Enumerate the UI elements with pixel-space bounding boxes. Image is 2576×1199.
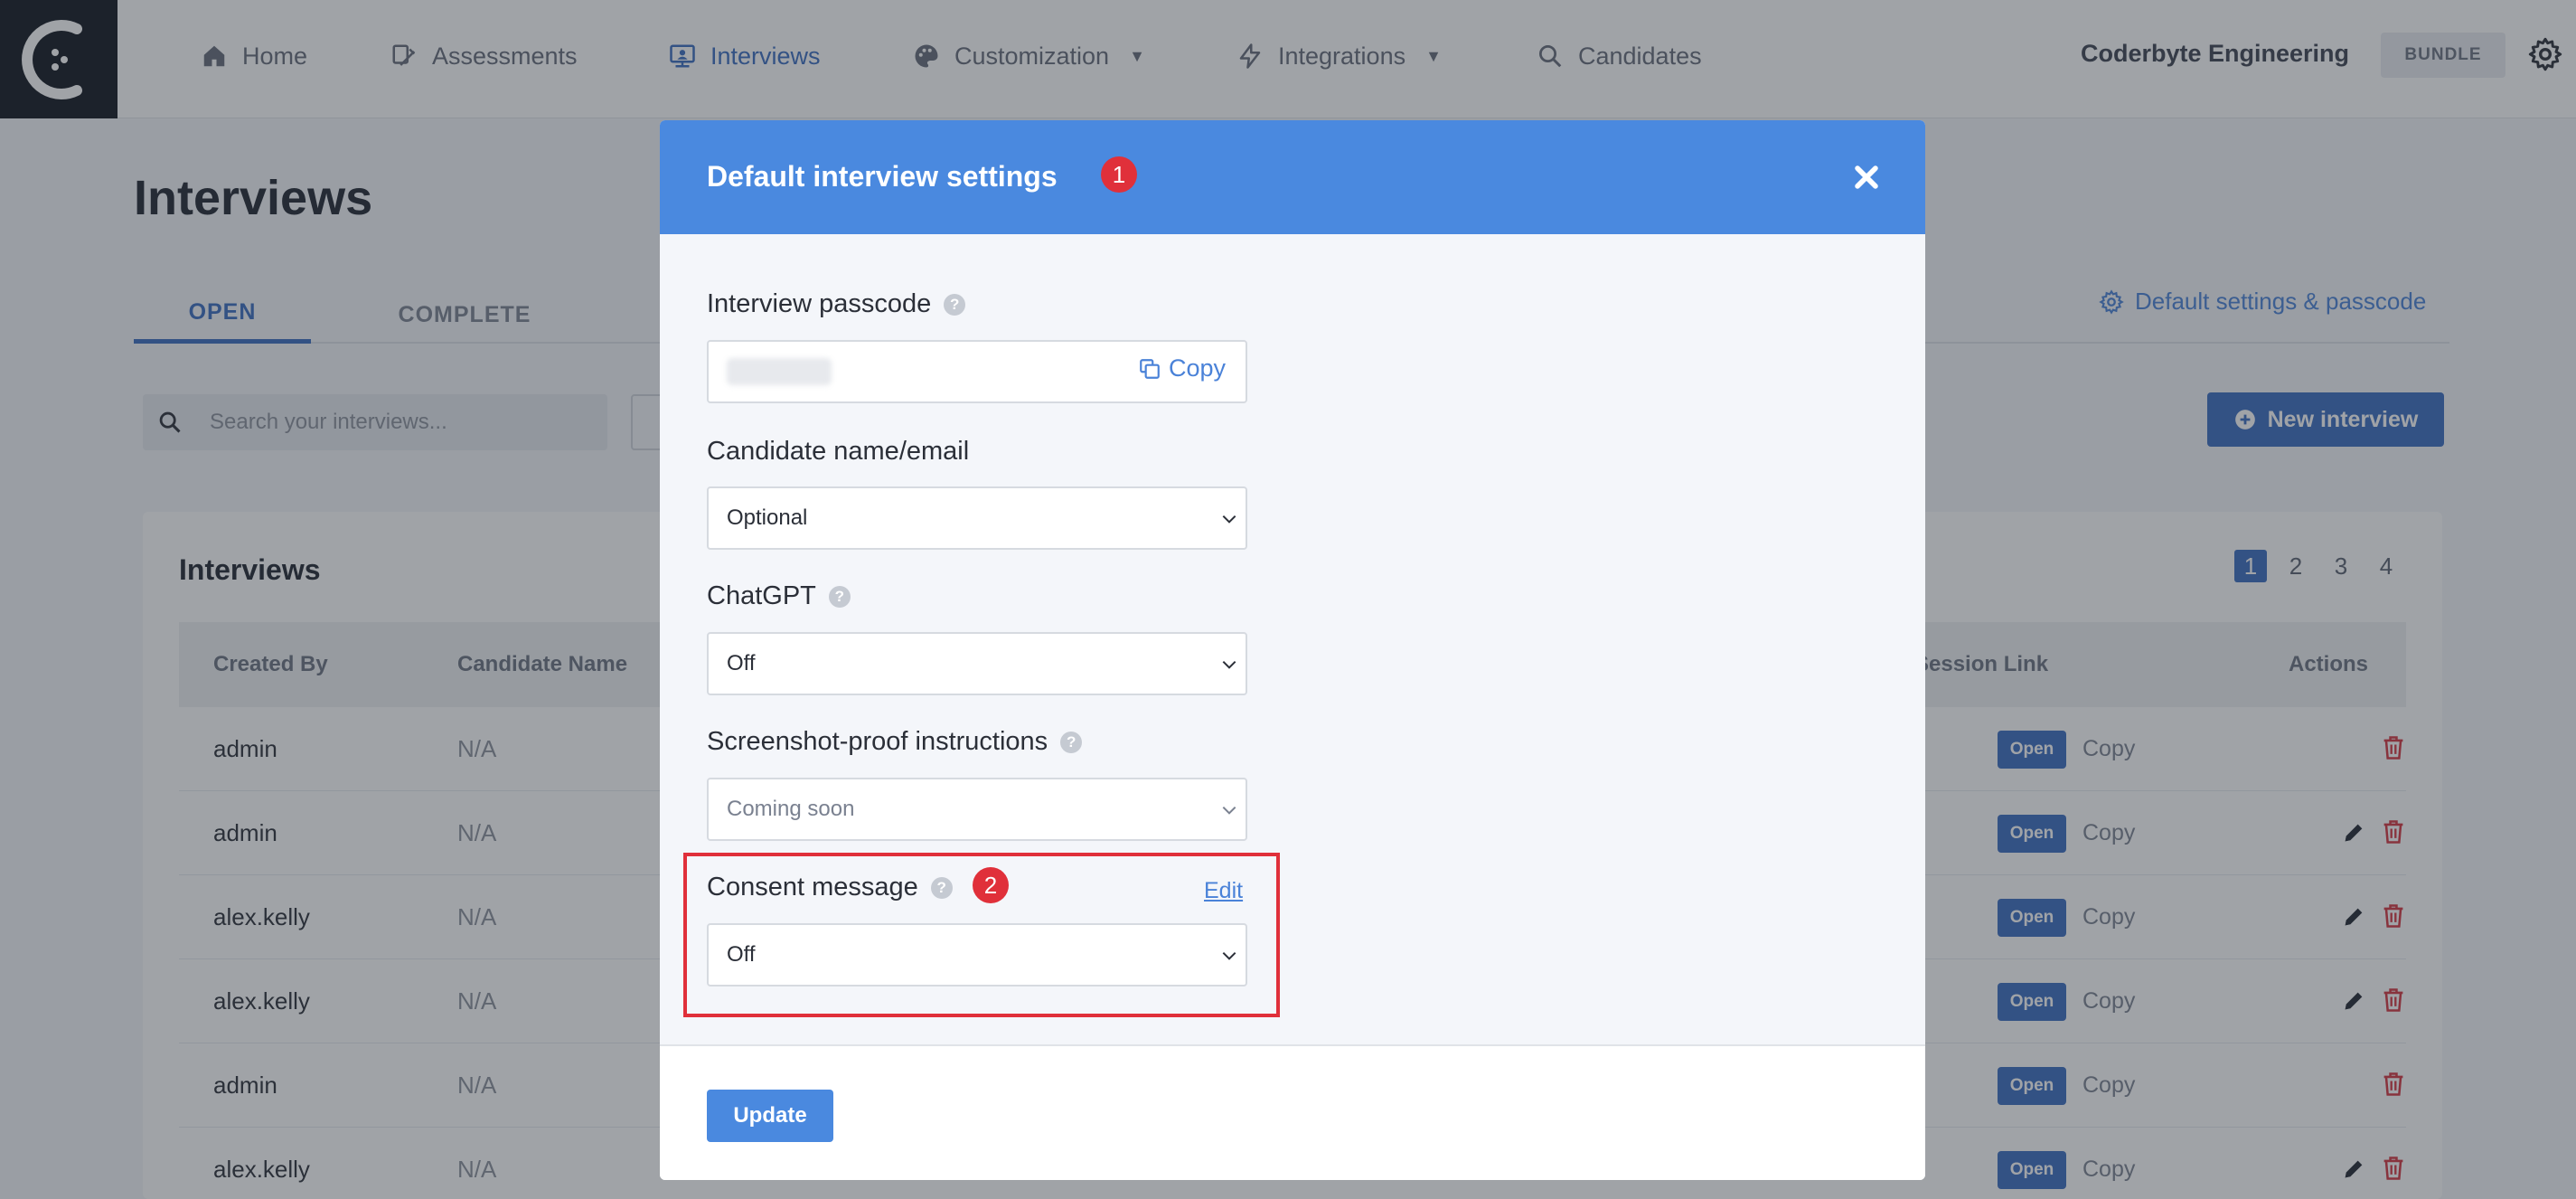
help-icon[interactable]: ? bbox=[828, 585, 851, 608]
screenshot-label: Screenshot-proof instructions bbox=[707, 727, 1048, 756]
candidate-select-value: Optional bbox=[727, 505, 808, 530]
consent-edit-link[interactable]: Edit bbox=[1204, 878, 1243, 904]
screenshot-select: Coming soon bbox=[707, 778, 1247, 841]
chatgpt-select[interactable]: Off bbox=[707, 632, 1247, 695]
passcode-label: Interview passcode bbox=[707, 289, 932, 318]
passcode-label-row: Interview passcode ? bbox=[707, 289, 966, 319]
chatgpt-label-row: ChatGPT ? bbox=[707, 581, 851, 611]
candidate-select[interactable]: Optional bbox=[707, 486, 1247, 550]
copy-label: Copy bbox=[1168, 354, 1226, 382]
default-settings-modal: Default interview settings 1 Interview p… bbox=[660, 120, 1925, 1180]
update-button[interactable]: Update bbox=[707, 1090, 833, 1142]
copy-passcode-button[interactable]: Copy bbox=[1138, 354, 1226, 382]
copy-icon bbox=[1140, 358, 1160, 379]
modal-header: Default interview settings 1 bbox=[660, 120, 1925, 234]
consent-label: Consent message bbox=[707, 873, 918, 902]
chatgpt-label: ChatGPT bbox=[707, 581, 816, 610]
close-icon[interactable] bbox=[1851, 162, 1882, 193]
annotation-badge-2: 2 bbox=[973, 867, 1009, 903]
consent-select-value: Off bbox=[727, 942, 756, 967]
chevron-down-icon bbox=[1222, 951, 1236, 960]
modal-title: Default interview settings bbox=[707, 160, 1058, 193]
consent-label-row: Consent message ? bbox=[707, 873, 953, 902]
help-icon[interactable]: ? bbox=[930, 876, 953, 899]
chevron-down-icon bbox=[1222, 806, 1236, 815]
chatgpt-select-value: Off bbox=[727, 651, 756, 675]
screenshot-select-value: Coming soon bbox=[727, 797, 855, 821]
modal-footer: Update bbox=[660, 1044, 1925, 1180]
consent-select[interactable]: Off bbox=[707, 923, 1247, 987]
annotation-badge-1: 1 bbox=[1101, 156, 1137, 193]
help-icon[interactable]: ? bbox=[944, 293, 966, 316]
chevron-down-icon bbox=[1222, 515, 1236, 524]
passcode-field[interactable]: Copy bbox=[707, 340, 1247, 403]
screenshot-label-row: Screenshot-proof instructions ? bbox=[707, 727, 1083, 757]
candidate-label: Candidate name/email bbox=[707, 437, 970, 466]
chevron-down-icon bbox=[1222, 660, 1236, 669]
passcode-value-redacted bbox=[727, 358, 832, 385]
help-icon[interactable]: ? bbox=[1060, 731, 1083, 753]
